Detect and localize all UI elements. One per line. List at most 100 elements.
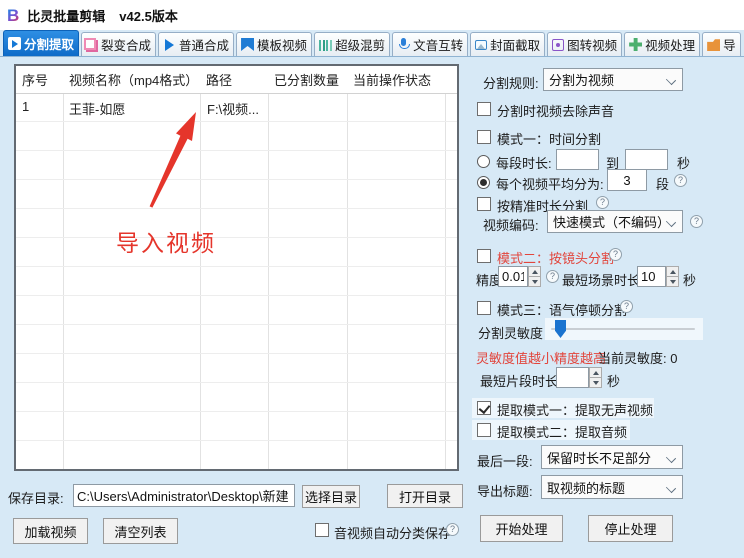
- precision-spinner[interactable]: [528, 266, 541, 287]
- tab-label: 分割提取: [24, 38, 75, 52]
- segment-duration-radio[interactable]: [477, 155, 490, 168]
- auto-classify-label: 音视频自动分类保存: [334, 526, 452, 541]
- seconds-label: 秒: [683, 273, 697, 288]
- normal-compose-icon: [163, 38, 176, 51]
- tab-image-to-video[interactable]: 图转视频: [547, 32, 623, 56]
- export-title-value: 取视频的标题: [547, 480, 626, 496]
- tab-label: 裂变合成: [101, 39, 152, 53]
- col-header-index: 序号: [22, 73, 49, 88]
- clear-list-button[interactable]: 清空列表: [103, 518, 178, 544]
- cover-capture-icon: [475, 40, 488, 50]
- split-extract-icon: [8, 37, 21, 50]
- min-clip-input[interactable]: [556, 367, 589, 388]
- col-header-split-count: 已分割数量: [274, 73, 340, 88]
- stop-processing-button[interactable]: 停止处理: [588, 515, 673, 542]
- cell-index: 1: [22, 99, 30, 114]
- encode-select[interactable]: 快速模式（不编码）: [547, 210, 683, 233]
- tab-split-extract[interactable]: 分割提取: [3, 30, 80, 56]
- save-dir-input[interactable]: [73, 484, 295, 507]
- seconds-label: 秒: [607, 374, 621, 389]
- min-scene-label: 最短场景时长:: [562, 273, 644, 288]
- sensitivity-hint: 灵敏度值越小精度越高: [476, 351, 607, 366]
- slider-thumb[interactable]: [555, 320, 566, 338]
- fission-compose-icon: [84, 37, 99, 52]
- average-split-input[interactable]: [607, 169, 647, 191]
- cell-name: 王菲-如愿: [69, 102, 126, 117]
- open-dir-button[interactable]: 打开目录: [387, 484, 463, 508]
- last-segment-label: 最后一段:: [477, 454, 533, 469]
- chevron-down-icon: [665, 482, 677, 494]
- precision-input[interactable]: [498, 266, 528, 287]
- app-logo-icon: B: [7, 5, 20, 25]
- tab-export-partial[interactable]: 导: [702, 32, 741, 56]
- split-rule-value: 分割为视频: [549, 73, 615, 88]
- app-version: v42.5版本: [119, 8, 178, 24]
- mute-video-checkbox[interactable]: [477, 102, 491, 116]
- tab-template-video[interactable]: 模板视频: [236, 32, 313, 56]
- extract-mode2-checkbox[interactable]: [477, 423, 491, 437]
- last-segment-select[interactable]: 保留时长不足部分: [541, 445, 683, 469]
- tab-label: 图转视频: [567, 39, 618, 53]
- choose-dir-button[interactable]: 选择目录: [302, 485, 360, 508]
- image-to-video-icon: [552, 38, 565, 51]
- sensitivity-current: 当前灵敏度: 0: [598, 351, 678, 366]
- split-rule-select[interactable]: 分割为视频: [543, 68, 683, 91]
- segment-from-input[interactable]: [556, 149, 599, 170]
- col-header-name: 视频名称（mp4格式）: [69, 73, 199, 88]
- table-header: 序号 视频名称（mp4格式） 路径 已分割数量 当前操作状态: [16, 66, 457, 94]
- mode2-checkbox[interactable]: [477, 249, 491, 263]
- export-title-label: 导出标题:: [477, 484, 533, 499]
- min-clip-label: 最短片段时长:: [480, 374, 562, 389]
- tab-fission-compose[interactable]: 裂变合成: [81, 32, 157, 56]
- text-audio-icon: [397, 38, 411, 51]
- tab-bar: 分割提取 裂变合成 普通合成 模板视频 超级混剪 文音互转 封面截取 图转视频: [0, 30, 744, 56]
- help-icon[interactable]: ?: [446, 523, 459, 536]
- table-body: 1 王菲-如愿 F:\视频...: [16, 93, 457, 469]
- start-processing-button[interactable]: 开始处理: [480, 515, 563, 542]
- help-icon[interactable]: ?: [596, 196, 609, 209]
- help-icon[interactable]: ?: [674, 174, 687, 187]
- segment-to-input[interactable]: [625, 149, 668, 170]
- col-header-status: 当前操作状态: [353, 73, 432, 88]
- average-split-radio[interactable]: [477, 176, 490, 189]
- load-videos-button[interactable]: 加载视频: [13, 518, 88, 544]
- min-clip-spinner[interactable]: [589, 367, 602, 388]
- tab-label: 文音互转: [413, 39, 464, 53]
- cell-path: F:\视频...: [207, 102, 260, 117]
- video-process-icon: [629, 38, 643, 51]
- encode-label: 视频编码:: [483, 218, 539, 233]
- tab-super-mix[interactable]: 超级混剪: [314, 32, 391, 56]
- tab-text-audio[interactable]: 文音互转: [392, 32, 469, 56]
- template-video-icon: [241, 38, 255, 51]
- title-bar: B 比灵批量剪辑 v42.5版本: [0, 0, 744, 30]
- tab-video-process[interactable]: 视频处理: [624, 32, 701, 56]
- mode1-checkbox[interactable]: [477, 130, 491, 144]
- col-header-path: 路径: [206, 73, 233, 88]
- tab-cover-capture[interactable]: 封面截取: [470, 32, 546, 56]
- app-window: B 比灵批量剪辑 v42.5版本 分割提取 裂变合成 普通合成 模板视频 超级混…: [0, 0, 744, 558]
- super-mix-icon: [319, 39, 333, 51]
- save-dir-label: 保存目录:: [8, 491, 64, 506]
- mode3-checkbox[interactable]: [477, 301, 491, 315]
- mode1-label: 模式一：时间分割: [497, 132, 602, 147]
- export-title-select[interactable]: 取视频的标题: [541, 475, 683, 499]
- tab-label: 视频处理: [645, 39, 696, 53]
- table-row[interactable]: 1 王菲-如愿 F:\视频...: [16, 93, 457, 122]
- segment-duration-label: 每段时长:: [496, 156, 552, 171]
- slider-track: [551, 328, 695, 330]
- precise-split-checkbox[interactable]: [477, 197, 491, 211]
- export-icon: [707, 39, 721, 51]
- help-icon[interactable]: ?: [620, 300, 633, 313]
- sensitivity-slider[interactable]: [545, 318, 703, 340]
- mode3-label: 模式三：语气停顿分割: [497, 303, 628, 318]
- tab-label: 封面截取: [490, 39, 541, 53]
- tab-normal-compose[interactable]: 普通合成: [158, 32, 235, 56]
- app-title: 比灵批量剪辑: [27, 8, 106, 24]
- auto-classify-checkbox[interactable]: [315, 523, 329, 537]
- min-scene-spinner[interactable]: [666, 266, 679, 287]
- min-scene-input[interactable]: [637, 266, 666, 287]
- extract-mode1-checkbox[interactable]: [477, 401, 491, 415]
- help-icon[interactable]: ?: [690, 215, 703, 228]
- help-icon[interactable]: ?: [609, 248, 622, 261]
- help-icon[interactable]: ?: [546, 270, 559, 283]
